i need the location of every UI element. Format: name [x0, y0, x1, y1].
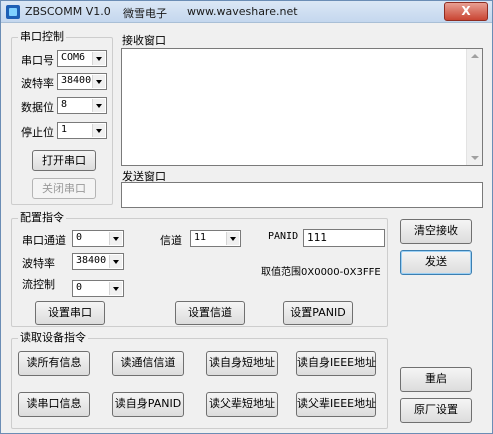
chevron-down-icon[interactable] [109, 232, 122, 245]
stopbits-select[interactable]: 1 [57, 122, 107, 139]
app-title: ZBSCOMM V1.0 [25, 5, 111, 18]
config-baud-value: 38400 [76, 255, 107, 266]
app-logo-icon [6, 5, 20, 19]
panid-range-text: 取值范围0X0000-0X3FFE [261, 267, 381, 278]
read-serial-info-button[interactable]: 读串口信息 [18, 392, 90, 417]
config-baud-select[interactable]: 38400 [72, 253, 124, 270]
port-label: 串口号 [21, 54, 54, 67]
title-bar[interactable]: ZBSCOMM V1.0 微雪电子 www.waveshare.net X [1, 1, 492, 23]
chevron-down-icon[interactable] [109, 255, 122, 268]
app-window: ZBSCOMM V1.0 微雪电子 www.waveshare.net X 串口… [0, 0, 493, 434]
open-port-button[interactable]: 打开串口 [32, 150, 96, 171]
read-own-panid-button[interactable]: 读自身PANID [112, 392, 184, 417]
databits-label: 数据位 [21, 101, 54, 114]
channel-value: 11 [194, 232, 207, 243]
panid-value: 111 [307, 231, 327, 244]
databits-value: 8 [61, 99, 68, 110]
panid-input[interactable]: 111 [303, 229, 385, 247]
close-button[interactable]: X [444, 2, 488, 21]
close-port-button[interactable]: 关闭串口 [32, 178, 96, 199]
company-name: 微雪电子 [123, 7, 167, 20]
stopbits-value: 1 [61, 124, 68, 135]
config-group: 配置指令 串口通道 0 信道 11 PANID 111 波特率 38400 取值… [11, 211, 388, 327]
read-all-info-button[interactable]: 读所有信息 [18, 351, 90, 376]
serial-channel-select[interactable]: 0 [72, 230, 124, 247]
serial-control-title: 串口控制 [18, 30, 66, 44]
send-button[interactable]: 发送 [400, 250, 472, 275]
read-own-ieee-address-button[interactable]: 读自身IEEE地址 [296, 351, 376, 376]
channel-label: 信道 [160, 234, 182, 247]
stopbits-label: 停止位 [21, 126, 54, 139]
read-parent-ieee-address-button[interactable]: 读父辈IEEE地址 [296, 392, 376, 417]
serial-control-group: 串口控制 串口号 COM6 波特率 38400 数据位 8 停止位 1 打开串口… [11, 30, 113, 205]
receive-scrollbar[interactable] [466, 49, 482, 165]
flow-control-value: 0 [76, 282, 83, 293]
restart-button[interactable]: 重启 [400, 367, 472, 392]
chevron-down-icon[interactable] [92, 124, 105, 137]
chevron-down-icon[interactable] [92, 75, 105, 88]
read-comm-channel-button[interactable]: 读通信信道 [112, 351, 184, 376]
port-select[interactable]: COM6 [57, 50, 107, 67]
port-value: COM6 [61, 52, 86, 63]
chevron-down-icon[interactable] [226, 232, 239, 245]
chevron-down-icon[interactable] [92, 52, 105, 65]
panid-label: PANID [268, 231, 299, 242]
baud-select[interactable]: 38400 [57, 73, 107, 90]
factory-reset-button[interactable]: 原厂设置 [400, 398, 472, 423]
set-serial-button[interactable]: 设置串口 [35, 301, 105, 325]
chevron-down-icon[interactable] [109, 282, 122, 295]
receive-window-label: 接收窗口 [122, 34, 166, 47]
config-group-title: 配置指令 [18, 211, 66, 225]
scroll-up-arrow-icon[interactable] [471, 54, 479, 58]
set-channel-button[interactable]: 设置信道 [175, 301, 245, 325]
read-parent-short-address-button[interactable]: 读父辈短地址 [206, 392, 278, 417]
config-baud-label: 波特率 [22, 257, 55, 270]
read-device-group: 读取设备指令 读所有信息 读通信信道 读自身短地址 读自身IEEE地址 读串口信… [11, 331, 388, 429]
website-text: www.waveshare.net [187, 5, 298, 18]
chevron-down-icon[interactable] [92, 99, 105, 112]
channel-select[interactable]: 11 [190, 230, 241, 247]
flow-control-label: 流控制 [22, 278, 55, 291]
clear-receive-button[interactable]: 清空接收 [400, 219, 472, 244]
receive-textarea[interactable] [121, 48, 483, 166]
baud-label: 波特率 [21, 77, 54, 90]
baud-value: 38400 [61, 75, 92, 86]
flow-control-select[interactable]: 0 [72, 280, 124, 297]
read-device-group-title: 读取设备指令 [18, 331, 88, 345]
read-own-short-address-button[interactable]: 读自身短地址 [206, 351, 278, 376]
scroll-down-arrow-icon[interactable] [471, 156, 479, 160]
serial-channel-label: 串口通道 [22, 234, 66, 247]
set-panid-button[interactable]: 设置PANID [283, 301, 353, 325]
send-textarea[interactable] [121, 182, 483, 208]
serial-channel-value: 0 [76, 232, 83, 243]
databits-select[interactable]: 8 [57, 97, 107, 114]
